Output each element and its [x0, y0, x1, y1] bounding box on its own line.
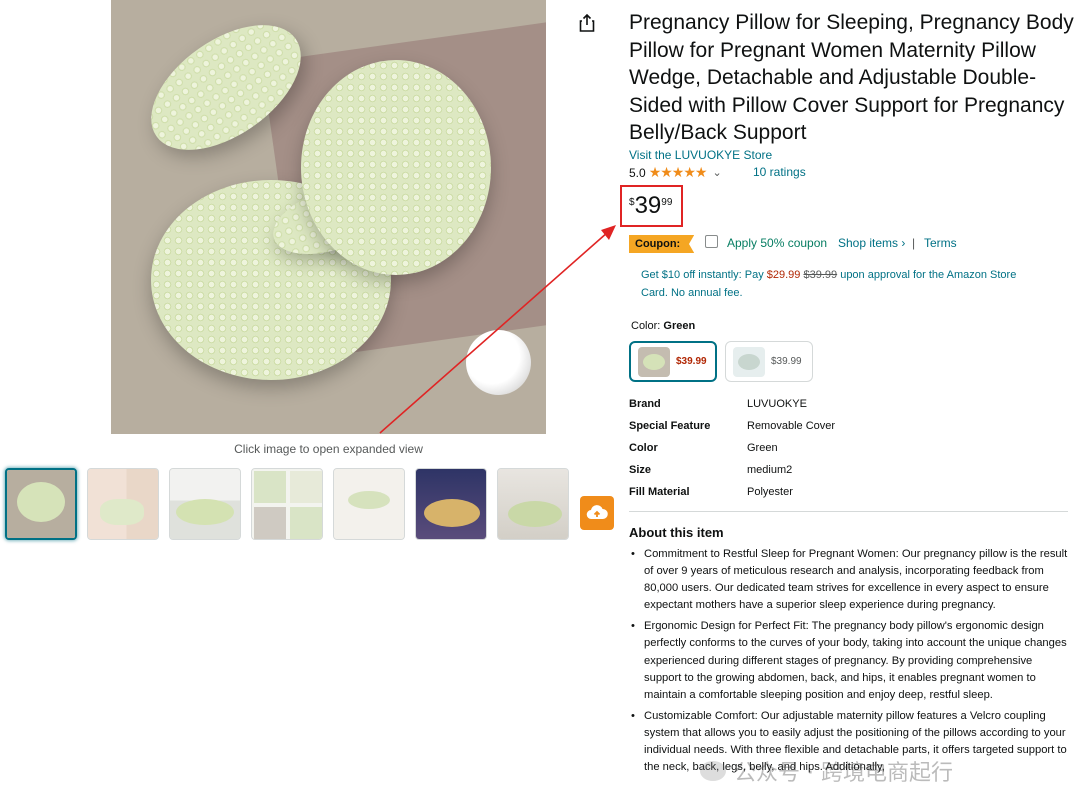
promo-new-price: $29.99 [766, 269, 801, 281]
swatch-price: $39.99 [676, 356, 707, 367]
spec-value: Green [747, 442, 778, 454]
color-selected-value: Green [663, 320, 696, 332]
color-option-green[interactable]: $39.99 [629, 341, 717, 382]
star-rating-icon: ★★★★★ [648, 164, 708, 180]
rating-score: 5.0 [629, 165, 646, 180]
thumbnail-2[interactable] [87, 468, 159, 540]
wechat-icon [700, 761, 726, 781]
thumbnail-4[interactable] [251, 468, 323, 540]
promo-prefix: Get $10 off instantly: Pay [641, 269, 767, 281]
spec-value: Polyester [747, 486, 793, 498]
thumbnail-6[interactable] [415, 468, 487, 540]
shop-items-link[interactable]: Shop items › [838, 236, 905, 250]
watermark-text: 公众号 · 跨境电商起行 [734, 761, 953, 786]
swatch-price: $39.99 [771, 356, 802, 367]
price-highlight-box [620, 185, 683, 227]
image-caption: Click image to open expanded view [234, 442, 423, 456]
watermark: 公众号 · 跨境电商起行 [700, 755, 953, 787]
spec-key: Special Feature [629, 420, 711, 432]
store-card-promo[interactable]: Get $10 off instantly: Pay $29.99 $39.99… [641, 267, 1046, 302]
thumbnail-strip [5, 468, 569, 540]
coupon-badge: Coupon: [629, 235, 695, 253]
swatch-image [638, 346, 670, 377]
cloud-upload-icon [586, 505, 608, 520]
about-title: About this item [629, 525, 724, 540]
promo-old-price: $39.99 [803, 269, 838, 281]
thumbnail-5[interactable] [333, 468, 405, 540]
product-title: Pregnancy Pillow for Sleeping, Pregnancy… [629, 11, 1074, 144]
spec-key: Brand [629, 398, 661, 410]
list-item: Commitment to Restful Sleep for Pregnant… [629, 546, 1069, 614]
color-label-text: Color: [631, 320, 661, 332]
chevron-down-icon[interactable]: ⌄ [712, 166, 721, 179]
coupon-separator: | [912, 236, 916, 250]
color-label: Color: Green [631, 320, 695, 332]
apply-coupon-label[interactable]: Apply 50% coupon [727, 236, 827, 250]
share-icon[interactable] [577, 13, 597, 33]
cloud-upload-button[interactable] [580, 496, 614, 530]
rating-summary[interactable]: 5.0 ★★★★★ ⌄ [629, 164, 722, 181]
spec-value: medium2 [747, 464, 793, 476]
spec-key: Fill Material [629, 486, 690, 498]
spec-value: Removable Cover [747, 420, 836, 432]
thumbnail-7[interactable] [497, 468, 569, 540]
pillow-wedge-back [301, 60, 491, 275]
thumbnail-3[interactable] [169, 468, 241, 540]
section-divider [629, 511, 1068, 512]
about-bullets: Commitment to Restful Sleep for Pregnant… [629, 546, 1069, 780]
spec-key: Color [629, 442, 658, 454]
spec-value: LUVUOKYE [747, 398, 807, 410]
spec-key: Size [629, 464, 652, 476]
main-product-image[interactable] [111, 0, 546, 434]
list-item: Ergonomic Design for Perfect Fit: The pr… [629, 618, 1069, 703]
thumbnail-1[interactable] [5, 468, 77, 540]
store-link[interactable]: Visit the LUVUOKYE Store [629, 148, 772, 162]
ratings-count-link[interactable]: 10 ratings [753, 165, 806, 179]
coupon-checkbox[interactable] [705, 235, 718, 248]
swatch-image [733, 346, 765, 377]
color-option-grey[interactable]: $39.99 [725, 341, 813, 382]
coupon-terms-link[interactable]: Terms [924, 236, 957, 250]
cotton-filling [466, 330, 531, 395]
